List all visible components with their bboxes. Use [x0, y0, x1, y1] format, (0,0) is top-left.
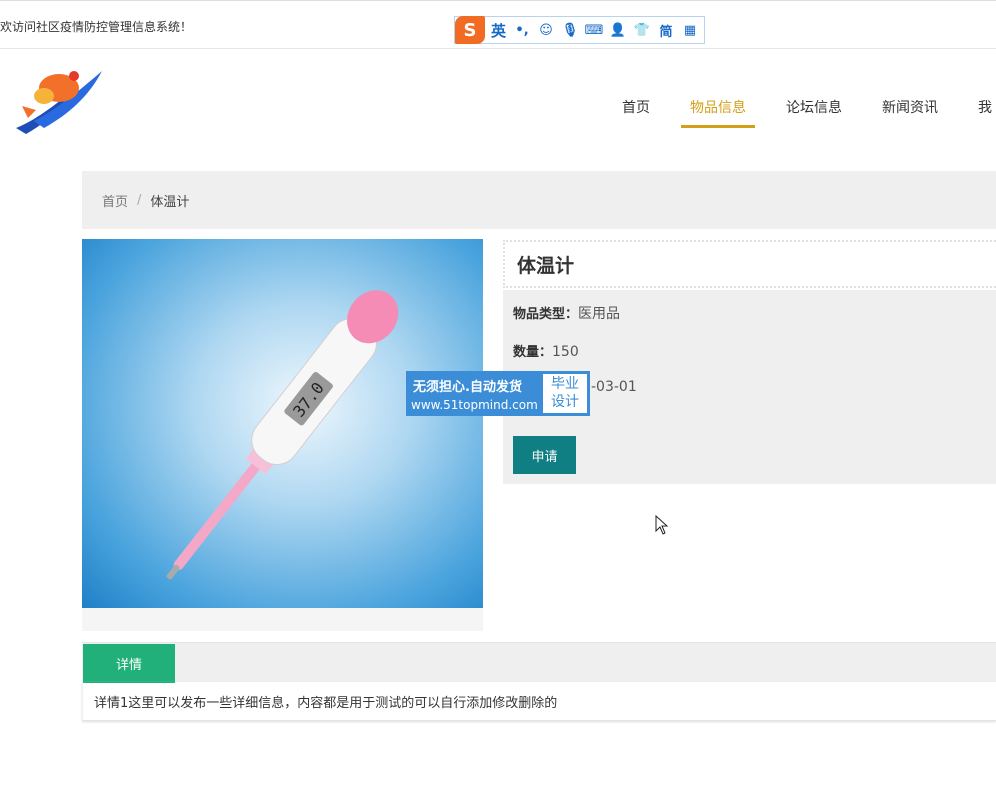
- detail-tabs: 详情: [82, 642, 996, 683]
- quantity-row: 数量：150: [513, 341, 579, 360]
- tab-detail[interactable]: 详情: [83, 644, 175, 683]
- quantity-label: 数量：: [513, 345, 553, 360]
- nav-my[interactable]: 我: [978, 97, 992, 128]
- mouse-cursor-icon: [655, 515, 669, 535]
- top-bar: 欢访问社区疫情防控管理信息系统！ S 英 •, ☺ 🎙 ⌨ 👤 👕 简 ▦: [0, 0, 996, 49]
- ime-mode[interactable]: 英: [491, 20, 506, 41]
- grid-icon[interactable]: ▦: [682, 22, 698, 38]
- breadcrumb-home[interactable]: 首页: [102, 191, 128, 210]
- watermark-badge: 毕业 设计: [543, 374, 587, 413]
- nav-news[interactable]: 新闻资讯: [882, 97, 938, 128]
- mic-icon[interactable]: 🎙: [562, 22, 579, 38]
- thermometer-image-icon: 37.0: [166, 290, 399, 580]
- type-row: 物品类型：医用品: [513, 303, 620, 323]
- watermark-banner: 无须担心.自动发货 www.51topmind.com 毕业 设计: [406, 371, 590, 416]
- simplified-icon[interactable]: 简: [658, 22, 674, 40]
- detail-content: 详情1这里可以发布一些详细信息，内容都是用于测试的可以自行添加修改删除的: [82, 682, 996, 721]
- watermark-badge-line2: 设计: [551, 394, 579, 410]
- keyboard-icon[interactable]: ⌨: [585, 22, 604, 38]
- product-title: 体温计: [503, 240, 996, 288]
- sogou-logo-icon[interactable]: S: [455, 16, 485, 44]
- type-value: 医用品: [578, 306, 621, 322]
- emoji-icon[interactable]: ☺: [538, 22, 554, 38]
- watermark-badge-line1: 毕业: [551, 376, 579, 392]
- product-image: 37.0: [82, 239, 483, 608]
- welcome-text: 欢访问社区疫情防控管理信息系统！: [0, 20, 193, 34]
- user-icon[interactable]: 👤: [610, 22, 626, 38]
- date-row: -03-01: [591, 379, 637, 395]
- quantity-value: 150: [552, 344, 579, 360]
- watermark-line2: www.51topmind.com: [411, 398, 538, 412]
- main-nav: 首页 物品信息 论坛信息 新闻资讯 我: [622, 97, 996, 128]
- nav-forum[interactable]: 论坛信息: [786, 97, 842, 128]
- watermark-line1: 无须担心.自动发货: [413, 380, 522, 395]
- breadcrumb-current: 体温计: [150, 194, 190, 210]
- breadcrumb: 首页 / 体温计: [82, 171, 996, 229]
- site-logo-icon[interactable]: [14, 66, 104, 136]
- apply-button[interactable]: 申请: [513, 436, 576, 474]
- type-label: 物品类型：: [513, 307, 579, 322]
- skin-icon[interactable]: 👕: [634, 22, 650, 38]
- ime-toolbar[interactable]: S 英 •, ☺ 🎙 ⌨ 👤 👕 简 ▦: [454, 16, 705, 44]
- punct-icon[interactable]: •,: [514, 22, 530, 38]
- date-value: -03-01: [591, 379, 637, 395]
- breadcrumb-separator: /: [137, 192, 142, 208]
- image-footer: [82, 608, 483, 631]
- nav-items-info[interactable]: 物品信息: [681, 97, 755, 128]
- nav-home[interactable]: 首页: [622, 97, 650, 128]
